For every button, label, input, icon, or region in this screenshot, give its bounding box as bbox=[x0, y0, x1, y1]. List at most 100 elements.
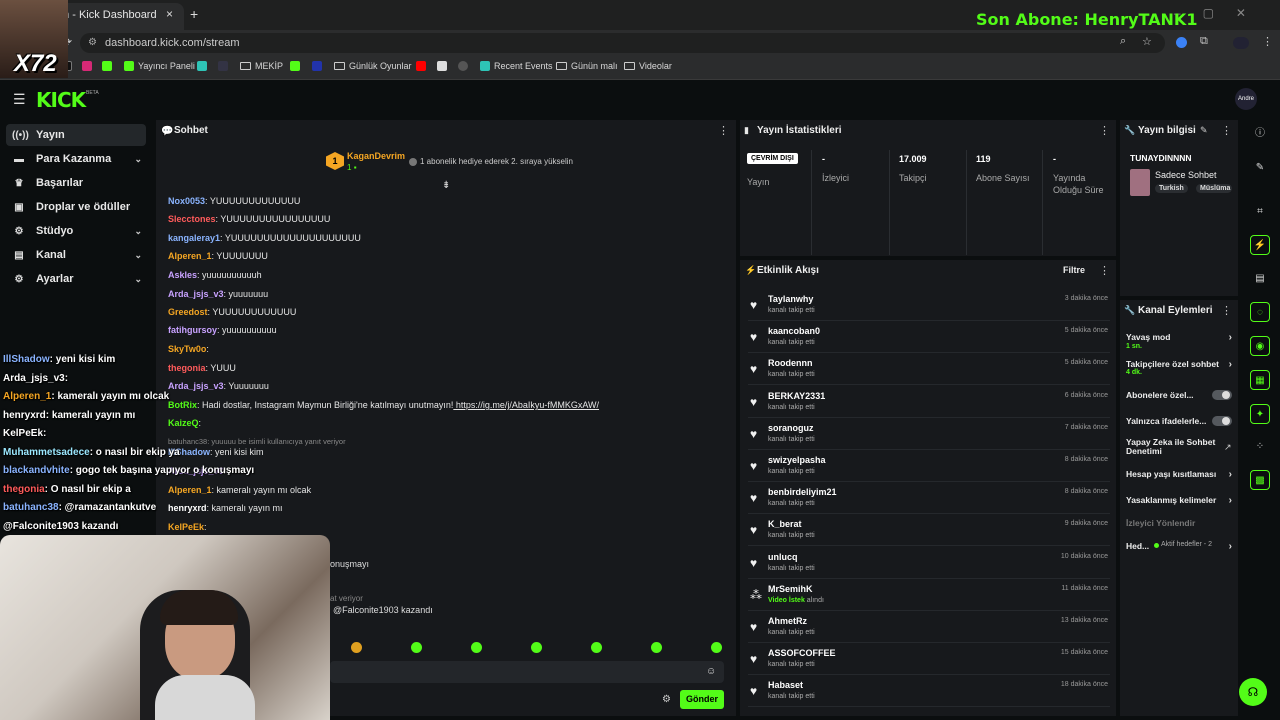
send-button[interactable]: Gönder bbox=[680, 690, 724, 709]
sidebar-item-para-kazanma[interactable]: ▬ Para Kazanma ⌄ bbox=[6, 148, 146, 170]
bookmark-videolar[interactable]: Videolar bbox=[624, 61, 672, 71]
hamburger-menu-icon[interactable]: ☰ bbox=[13, 91, 26, 108]
extensions-puzzle-icon[interactable]: ⧉ bbox=[1200, 35, 1208, 48]
chat-icon[interactable]: ◌ bbox=[1250, 302, 1270, 322]
pin-collapse-icon[interactable]: ⇟ bbox=[442, 180, 450, 191]
activity-username[interactable]: kaancoban0 bbox=[768, 326, 820, 336]
activity-item[interactable]: ♥ swizyelpasha kanalı takip etti 8 dakika ö… bbox=[748, 450, 1110, 482]
account-age-row[interactable]: Hesap yaşı kısıtlaması › bbox=[1126, 469, 1234, 480]
activity-item[interactable]: ♥ Taylanwhy kanalı takip etti 3 dakika önce bbox=[748, 289, 1110, 321]
activity-username[interactable]: benbirdeliyim21 bbox=[768, 487, 837, 497]
bookmark-image[interactable] bbox=[437, 61, 447, 71]
emote-icon[interactable] bbox=[471, 642, 482, 653]
activity-item[interactable]: ♥ unlucq kanalı takip etti 10 dakika önce bbox=[748, 547, 1110, 579]
actions-menu-icon[interactable]: ⋮ bbox=[1221, 304, 1232, 317]
chat-link[interactable]: https://ig.me/j/AbaIkyu-fMMKGxAW/ bbox=[453, 400, 599, 410]
chat-username[interactable]: Askles bbox=[168, 270, 197, 280]
edit-icon[interactable]: ✎ bbox=[1250, 158, 1270, 178]
wrench-icon[interactable]: ✦ bbox=[1250, 404, 1270, 424]
filter-button[interactable]: Filtre bbox=[1063, 265, 1085, 275]
emote-icon[interactable] bbox=[711, 642, 722, 653]
activity-item[interactable]: ♥ Habaset kanalı takip etti 18 dakika önce bbox=[748, 675, 1110, 708]
activity-item[interactable]: ⁂ MrSemihK Video İstek alındı 11 dakika önc… bbox=[748, 579, 1110, 611]
document-icon[interactable]: ▤ bbox=[1250, 269, 1270, 289]
edit-icon[interactable]: ✎ bbox=[1200, 125, 1208, 136]
activity-item[interactable]: ♥ Roodennn kanalı takip etti 5 dakika önce bbox=[748, 353, 1110, 386]
bookmark-blue[interactable] bbox=[312, 61, 322, 71]
emote-icon[interactable] bbox=[411, 642, 422, 653]
chat-username[interactable]: BotRix bbox=[168, 400, 197, 410]
tag-muslim[interactable]: Müslüma bbox=[1196, 184, 1232, 193]
bookmark-kick[interactable] bbox=[102, 61, 112, 71]
lightning-icon[interactable]: ⚡ bbox=[1250, 235, 1270, 255]
activity-username[interactable]: Roodennn bbox=[768, 358, 813, 368]
url-bar[interactable] bbox=[80, 33, 1165, 53]
screenshot-icon[interactable]: ⌗ bbox=[1250, 202, 1270, 222]
bookmark-recent-events[interactable]: Recent Events bbox=[480, 61, 553, 71]
external-link-icon[interactable]: ↗ bbox=[1224, 442, 1232, 453]
chat-username[interactable]: kangaleray1 bbox=[168, 233, 220, 243]
activity-username[interactable]: Habaset bbox=[768, 680, 803, 690]
banned-words-row[interactable]: Yasaklanmış kelimeler › bbox=[1126, 495, 1234, 506]
site-info-icon[interactable]: ⚙ bbox=[88, 37, 97, 48]
bookmark-yayinci-paneli[interactable]: Yayıncı Paneli bbox=[124, 61, 195, 71]
browser-menu-icon[interactable]: ⋮ bbox=[1262, 35, 1273, 48]
sidebar-item-kanal[interactable]: ▤ Kanal ⌄ bbox=[6, 244, 146, 266]
info-icon[interactable]: ⓘ bbox=[1250, 124, 1270, 144]
tab-close-icon[interactable]: × bbox=[166, 7, 173, 21]
activity-item[interactable]: ♥ soranoguz kanalı takip etti 7 dakika önce bbox=[748, 418, 1110, 450]
tag-turkish[interactable]: Turkish bbox=[1155, 184, 1188, 193]
activity-menu-icon[interactable]: ⋮ bbox=[1099, 264, 1110, 277]
chat-username[interactable]: Greedost bbox=[168, 307, 208, 317]
activity-username[interactable]: soranoguz bbox=[768, 423, 814, 433]
apps-icon[interactable]: ⁘ bbox=[1250, 437, 1270, 457]
bookmark-gunun-mali[interactable]: Günün malı bbox=[556, 61, 618, 71]
activity-item[interactable]: ♥ ASSOFCOFFEE kanalı takip etti 15 dakika ö… bbox=[748, 643, 1110, 676]
chat-username[interactable]: Arda_jsjs_v3 bbox=[168, 289, 224, 299]
star-icon[interactable]: ☆ bbox=[1142, 35, 1152, 48]
profile-icon[interactable] bbox=[1233, 37, 1249, 49]
activity-item[interactable]: ♥ K_berat kanalı takip etti 9 dakika önce bbox=[748, 514, 1110, 547]
list-icon[interactable]: ▦ bbox=[1250, 370, 1270, 390]
pinned-user[interactable]: KaganDevrim bbox=[347, 151, 405, 161]
viewer-redirect-row[interactable]: İzleyici Yönlendir bbox=[1126, 518, 1234, 528]
ai-moderation-row[interactable]: Yapay Zeka ile Sohbet Denetimi bbox=[1126, 438, 1222, 456]
chat-username[interactable]: thegonia bbox=[168, 363, 206, 373]
chat-input[interactable] bbox=[330, 661, 724, 683]
chat-username[interactable]: henryxrd bbox=[168, 503, 207, 513]
followers-only-row[interactable]: Takipçilere özel sohbet › bbox=[1126, 359, 1234, 370]
bookmark-app[interactable] bbox=[197, 61, 207, 71]
bookmark-gunluk-oyunlar[interactable]: Günlük Oyunlar bbox=[334, 61, 412, 71]
sidebar-item-studyo[interactable]: ⚙ Stüdyo ⌄ bbox=[6, 220, 146, 242]
mod-icon[interactable]: ▩ bbox=[1250, 470, 1270, 490]
emoji-picker-icon[interactable]: ☺ bbox=[706, 666, 716, 677]
activity-username[interactable]: AhmetRz bbox=[768, 616, 807, 626]
activity-item[interactable]: ♥ BERKAY2331 kanalı takip etti 6 dakika önc… bbox=[748, 386, 1110, 418]
stats-menu-icon[interactable]: ⋮ bbox=[1099, 124, 1110, 137]
sidebar-item-yayin[interactable]: ((•)) Yayın bbox=[6, 124, 146, 146]
subscribers-only-toggle[interactable] bbox=[1212, 390, 1232, 400]
emote-icon[interactable] bbox=[531, 642, 542, 653]
zoom-icon[interactable]: ⌕ bbox=[1120, 35, 1126, 48]
activity-item[interactable]: ♥ AhmetRz kanalı takip etti 13 dakika önce bbox=[748, 611, 1110, 643]
activity-username[interactable]: MrSemihK bbox=[768, 584, 813, 594]
chat-username[interactable]: KaizeQ bbox=[168, 418, 199, 428]
emote-crown-icon[interactable] bbox=[351, 642, 362, 653]
broadcast-icon[interactable]: ◉ bbox=[1250, 336, 1270, 356]
new-tab-button[interactable]: + bbox=[190, 6, 198, 22]
bookmark-instagram[interactable] bbox=[82, 61, 92, 71]
bookmark-mekip[interactable]: MEKİP bbox=[240, 61, 283, 71]
activity-item[interactable]: ♥ benbirdeliyim21 kanalı takip etti 8 dakik… bbox=[748, 482, 1110, 515]
chat-username[interactable]: Arda_jsjs_v3 bbox=[168, 381, 224, 391]
activity-username[interactable]: swizyelpasha bbox=[768, 455, 826, 465]
sidebar-item-ayarlar[interactable]: ⚙ Ayarlar ⌄ bbox=[6, 268, 146, 290]
sidebar-item-droplar[interactable]: ▣ Droplar ve ödüller bbox=[6, 196, 146, 218]
chat-username[interactable]: Alperen_1 bbox=[168, 485, 212, 495]
activity-item[interactable]: ♥ kaancoban0 kanalı takip etti 5 dakika önc… bbox=[748, 321, 1110, 354]
emotes-only-toggle[interactable] bbox=[1212, 416, 1232, 426]
extension-icon[interactable] bbox=[1176, 37, 1187, 48]
emote-icon[interactable] bbox=[591, 642, 602, 653]
activity-username[interactable]: Taylanwhy bbox=[768, 294, 813, 304]
bookmark-kick2[interactable] bbox=[290, 61, 300, 71]
slow-mode-row[interactable]: Yavaş mod › bbox=[1126, 332, 1234, 343]
